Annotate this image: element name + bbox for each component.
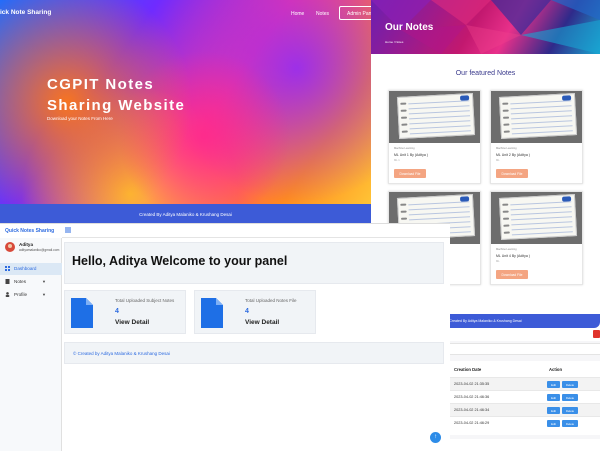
stat-label: Total Uploaded Notes File <box>245 298 297 303</box>
stat-label: Total Uploaded Subject Notes <box>115 298 175 303</box>
notes-table: Creation Date Action 2023-04-02 21:35:35… <box>450 361 600 435</box>
dashboard-brand[interactable]: Quick Notes Sharing <box>0 224 62 238</box>
note-thumbnail <box>491 91 582 143</box>
dashboard-panel: Quick Notes Sharing Aditya adityamalanik… <box>0 223 450 451</box>
stat-card-subject-notes: Total Uploaded Subject Notes 4 View Deta… <box>64 290 186 334</box>
sidebar-item-notes[interactable]: Notes ▼ <box>0 276 62 288</box>
delete-button[interactable]: Delete <box>562 407 578 414</box>
notes-table-panel: Creation Date Action 2023-04-02 21:35:35… <box>450 328 600 451</box>
note-card: Machine Learning ML Unit 1 By (Aditya ) … <box>388 90 481 184</box>
table-footer-strip <box>450 439 600 451</box>
hero-title-line1: CGPIT Notes <box>47 76 155 93</box>
welcome-banner: Hello, Aditya Welcome to your panel <box>64 242 444 284</box>
column-header-action: Action <box>549 367 563 372</box>
note-title: ML Unit 4 By (Aditya ) <box>496 254 530 258</box>
note-card: Machine Learning ML Unit 2 By (Aditya ) … <box>490 90 583 184</box>
table-row: 2023-04-02 21:46:29 Edit Delete <box>450 416 600 429</box>
column-header-creation-date: Creation Date <box>454 367 482 372</box>
table-topbar <box>450 328 600 341</box>
delete-button[interactable]: Delete <box>562 381 578 388</box>
user-name: Aditya <box>19 242 34 247</box>
download-file-button[interactable]: Download File <box>496 169 528 178</box>
note-card: Machine Learning ML Unit 4 By (Aditya ) … <box>490 191 583 285</box>
featured-heading: Our featured Notes <box>455 70 516 77</box>
table-row: 2023-04-02 21:46:34 Edit Delete <box>450 403 600 416</box>
screenshot-collage: ick Note Sharing Home Notes Admin Pane C… <box>0 0 600 451</box>
hero-section: ick Note Sharing Home Notes Admin Pane C… <box>0 0 371 228</box>
note-subject: Machine Learning <box>496 248 517 251</box>
notes-header: Our Notes Home / Notes <box>371 0 600 54</box>
notes-page-title: Our Notes <box>385 22 434 33</box>
download-file-button[interactable]: Download File <box>394 169 426 178</box>
arrow-up-icon: ↑ <box>434 434 437 440</box>
notebook-icon <box>396 93 476 139</box>
notes-icon <box>5 279 10 284</box>
table-row: 2023-04-02 21:35:35 Edit Delete <box>450 377 600 390</box>
note-subject: Machine Learning <box>394 147 415 150</box>
hero-navbar: ick Note Sharing Home Notes Admin Pane <box>0 0 371 26</box>
edit-button[interactable]: Edit <box>547 394 560 401</box>
file-icon <box>71 298 93 328</box>
sidebar-item-label: Profile <box>14 292 28 297</box>
dashboard-footer: © Created by Aditya Malaniko & Krushang … <box>64 342 444 364</box>
creation-date-cell: 2023-04-02 21:46:34 <box>454 408 490 412</box>
edit-button[interactable]: Edit <box>547 407 560 414</box>
logout-icon[interactable] <box>593 330 600 338</box>
delete-button[interactable]: Delete <box>562 420 578 427</box>
hero-title-line2: Sharing Website <box>47 97 186 114</box>
sidebar: Aditya adityamalaniko@gmail.com Dashboar… <box>0 238 62 451</box>
hero-footer-text: Created By Aditya Malaniko & Krushang De… <box>139 212 232 217</box>
scroll-top-button[interactable]: ↑ <box>430 432 441 443</box>
view-detail-link[interactable]: View Detail <box>115 319 149 326</box>
delete-button[interactable]: Delete <box>562 394 578 401</box>
welcome-text: Hello, Aditya Welcome to your panel <box>72 254 288 268</box>
hero-subtitle: Download your Notes From Here <box>47 116 113 121</box>
hero-brand[interactable]: ick Note Sharing <box>0 9 51 16</box>
chevron-down-icon: ▼ <box>42 292 46 297</box>
stat-value: 4 <box>245 308 249 315</box>
note-description: ML <box>496 260 500 263</box>
note-thumbnail <box>491 192 582 244</box>
dashboard-footer-text: © Created by Aditya Malaniko & Krushang … <box>73 351 170 356</box>
view-detail-link[interactable]: View Detail <box>245 319 279 326</box>
hero-title: CGPIT Notes Sharing Website <box>47 74 247 116</box>
note-description: ML 1 <box>394 159 400 162</box>
hamburger-icon[interactable] <box>65 227 71 233</box>
download-file-button[interactable]: Download File <box>496 270 528 279</box>
chevron-down-icon: ▼ <box>42 279 46 284</box>
breadcrumb[interactable]: Home / Notes <box>385 40 403 44</box>
edit-button[interactable]: Edit <box>547 381 560 388</box>
sidebar-item-label: Dashboard <box>14 266 37 271</box>
table-row: 2023-04-02 21:46:36 Edit Delete <box>450 390 600 403</box>
user-email: adityamalaniko@gmail.com <box>19 248 60 252</box>
creation-date-cell: 2023-04-02 21:46:36 <box>454 395 490 399</box>
sidebar-item-dashboard[interactable]: Dashboard <box>0 263 62 275</box>
profile-icon <box>5 292 10 297</box>
dashboard-topbar <box>62 224 450 238</box>
note-description: ML <box>496 159 500 162</box>
note-title: ML Unit 1 By (Aditya ) <box>394 153 428 157</box>
notebook-icon <box>498 194 578 240</box>
creation-date-cell: 2023-04-02 21:35:35 <box>454 382 490 386</box>
creation-date-cell: 2023-04-02 21:46:29 <box>454 421 490 425</box>
note-subject: Machine Learning <box>496 147 517 150</box>
nav-link-home[interactable]: Home <box>291 11 304 17</box>
file-icon <box>201 298 223 328</box>
stat-value: 4 <box>115 308 119 315</box>
note-title: ML Unit 2 By (Aditya ) <box>496 153 530 157</box>
edit-button[interactable]: Edit <box>547 420 560 427</box>
admin-panel-button[interactable]: Admin Pane <box>339 6 371 20</box>
nav-link-notes[interactable]: Notes <box>316 11 329 17</box>
dashboard-icon <box>5 266 10 271</box>
sidebar-item-profile[interactable]: Profile ▼ <box>0 289 62 301</box>
sidebar-item-label: Notes <box>14 279 27 284</box>
table-toolbar <box>450 343 600 355</box>
avatar <box>5 242 15 252</box>
stat-card-notes-file: Total Uploaded Notes File 4 View Detail <box>194 290 316 334</box>
note-thumbnail <box>389 91 480 143</box>
notebook-icon <box>498 93 578 139</box>
